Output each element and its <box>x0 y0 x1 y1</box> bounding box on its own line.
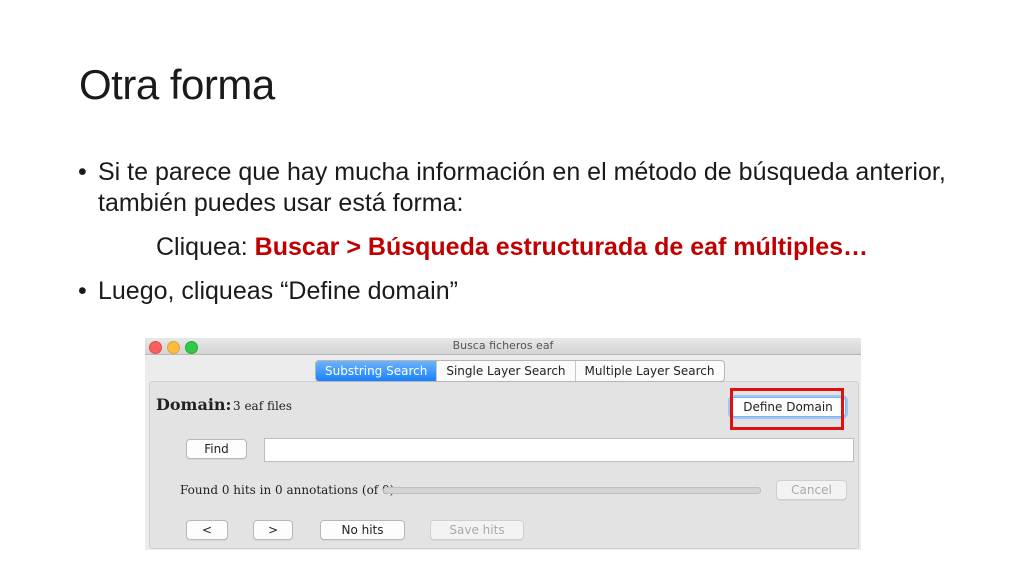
tab-substring-search[interactable]: Substring Search <box>316 361 438 381</box>
instruction-line: Cliquea: Buscar > Búsqueda estructurada … <box>0 232 1024 263</box>
search-progress-bar <box>383 487 761 494</box>
window-titlebar: Busca ficheros eaf <box>145 338 861 355</box>
find-input[interactable] <box>264 438 854 462</box>
tab-single-layer-search[interactable]: Single Layer Search <box>437 361 576 381</box>
annotation-highlight-box <box>730 388 844 430</box>
menu-path: Buscar > Búsqueda estructurada de eaf mú… <box>254 233 869 261</box>
next-button[interactable]: > <box>253 520 293 540</box>
search-tabs: Substring Search Single Layer Search Mul… <box>315 360 725 382</box>
bullet-dot: • <box>78 277 87 305</box>
slide-title: Otra forma <box>79 61 275 108</box>
window-title: Busca ficheros eaf <box>452 339 554 352</box>
search-window-screenshot: Busca ficheros eaf Substring Search Sing… <box>145 338 861 550</box>
bullet-dot: • <box>78 158 87 186</box>
domain-label: Domain: <box>156 395 232 414</box>
find-button[interactable]: Find <box>186 439 247 459</box>
search-status: Found 0 hits in 0 annotations (of 0) <box>180 483 395 497</box>
previous-button[interactable]: < <box>186 520 228 540</box>
bullet-text: Luego, cliqueas “Define domain” <box>98 277 458 305</box>
tab-multiple-layer-search[interactable]: Multiple Layer Search <box>576 361 724 381</box>
save-hits-button[interactable]: Save hits <box>430 520 524 540</box>
cancel-button[interactable]: Cancel <box>776 480 847 500</box>
instruction-prefix: Cliquea: <box>155 233 255 261</box>
domain-value: 3 eaf files <box>233 399 293 413</box>
no-hits-button[interactable]: No hits <box>320 520 405 540</box>
bullet-text: Si te parece que hay mucha información e… <box>98 158 946 217</box>
